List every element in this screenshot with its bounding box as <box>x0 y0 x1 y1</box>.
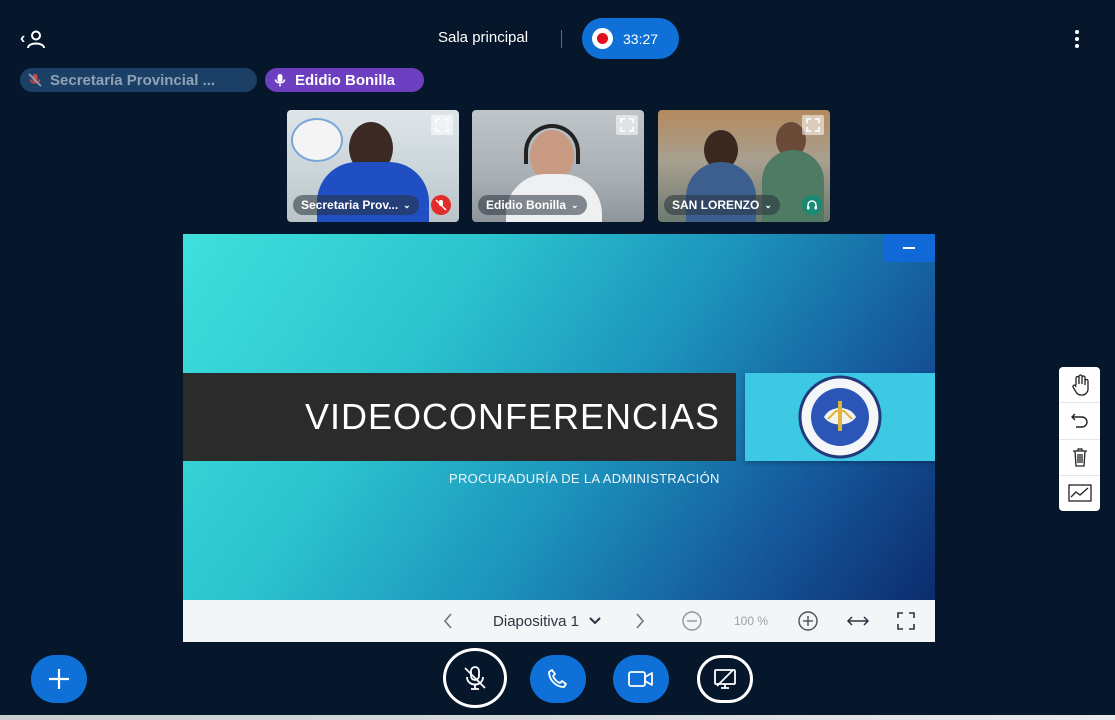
chevron-down-icon: ⌄ <box>571 199 579 210</box>
whiteboard-toolbar <box>1059 367 1100 511</box>
chevron-left-icon <box>443 613 452 629</box>
fit-width-button[interactable] <box>843 600 873 642</box>
presentation-toolbar: Diapositiva 1 100 % <box>183 600 935 642</box>
undo-button[interactable] <box>1059 403 1100 440</box>
zoom-in-button[interactable] <box>793 600 823 642</box>
fullscreen-button[interactable] <box>891 600 921 642</box>
screenshare-button[interactable] <box>697 655 753 703</box>
clear-annotations-button[interactable] <box>1059 440 1100 476</box>
video-tile[interactable]: Edidio Bonilla ⌄ <box>472 110 644 222</box>
unmute-button[interactable] <box>443 648 507 708</box>
hand-tool-button[interactable] <box>1059 367 1100 404</box>
top-bar: ‹ Sala principal 33:27 <box>0 0 1115 66</box>
talker-indicator[interactable]: Edidio Bonilla <box>265 68 424 92</box>
trash-icon <box>1072 448 1087 467</box>
chart-icon <box>1067 484 1092 503</box>
mic-icon <box>274 74 286 87</box>
hand-icon <box>1071 374 1089 396</box>
participant-name: Edidio Bonilla <box>486 198 566 212</box>
seal-logo <box>798 375 882 459</box>
slide-select[interactable]: Diapositiva 1 <box>477 600 617 642</box>
participant-name-tag[interactable]: Edidio Bonilla ⌄ <box>478 195 587 215</box>
logo-box <box>745 373 935 461</box>
fullscreen-icon[interactable] <box>431 115 453 135</box>
fullscreen-icon[interactable] <box>616 115 638 135</box>
headset-icon <box>802 195 822 215</box>
zoom-out-button[interactable] <box>677 600 707 642</box>
talker-name: Edidio Bonilla <box>295 71 395 89</box>
slide-subtitle: PROCURADURÍA DE LA ADMINISTRACIÓN <box>449 471 720 486</box>
muted-icon <box>431 195 451 215</box>
presentation-slide: VIDEOCONFERENCIAS PROCURADURÍA DE LA ADM… <box>183 234 935 600</box>
flag-graphic <box>291 118 343 162</box>
slide-title: VIDEOCONFERENCIAS <box>304 396 720 437</box>
headset-graphic <box>524 124 580 164</box>
zoom-level: 100 % <box>723 600 779 642</box>
mic-off-icon <box>28 73 42 87</box>
video-tile[interactable]: SAN LORENZO ⌄ <box>658 110 830 222</box>
chevron-down-icon: ⌄ <box>403 199 411 210</box>
audio-button[interactable] <box>530 655 586 703</box>
phone-icon <box>548 669 567 688</box>
chevron-down-icon: ⌄ <box>764 199 772 210</box>
user-list-toggle[interactable]: ‹ <box>20 26 54 52</box>
actions-button[interactable] <box>31 655 87 703</box>
participant-name-tag[interactable]: SAN LORENZO ⌄ <box>664 195 780 215</box>
chevron-down-icon <box>589 617 601 625</box>
mic-off-icon <box>464 666 486 690</box>
zoom-out-icon <box>682 611 702 631</box>
previous-slide-button[interactable] <box>433 600 463 642</box>
camera-icon <box>628 671 653 687</box>
undo-icon <box>1070 413 1088 428</box>
divider <box>561 30 562 48</box>
chevron-left-icon: ‹ <box>20 30 26 47</box>
user-icon <box>27 30 46 49</box>
participant-name: SAN LORENZO <box>672 198 760 212</box>
add-icon <box>49 669 69 689</box>
fit-width-icon <box>846 616 870 626</box>
record-icon <box>592 28 613 49</box>
talker-indicator[interactable]: Secretaría Provincial ... <box>20 68 257 92</box>
multi-user-whiteboard-button[interactable] <box>1059 476 1100 511</box>
bottom-edge <box>0 715 1115 720</box>
fullscreen-icon[interactable] <box>802 115 824 135</box>
video-tile[interactable]: Secretaria Prov... ⌄ <box>287 110 459 222</box>
title-band: VIDEOCONFERENCIAS <box>183 373 736 461</box>
more-options-icon[interactable] <box>1068 26 1086 52</box>
camera-button[interactable] <box>613 655 669 703</box>
zoom-in-icon <box>798 611 818 631</box>
room-title: Sala principal <box>438 29 529 46</box>
minimize-presentation-button[interactable] <box>883 234 935 262</box>
participant-name-tag[interactable]: Secretaria Prov... ⌄ <box>293 195 419 215</box>
slide-label: Diapositiva 1 <box>493 612 579 630</box>
screenshare-off-icon <box>714 669 736 689</box>
zoom-value: 100 % <box>733 614 769 628</box>
recording-time: 33:27 <box>623 30 659 47</box>
participant-name: Secretaria Prov... <box>301 198 399 212</box>
recording-button[interactable]: 33:27 <box>582 18 679 59</box>
fullscreen-icon <box>897 612 915 630</box>
chevron-right-icon <box>636 613 645 629</box>
next-slide-button[interactable] <box>625 600 655 642</box>
talker-name: Secretaría Provincial ... <box>50 71 216 89</box>
